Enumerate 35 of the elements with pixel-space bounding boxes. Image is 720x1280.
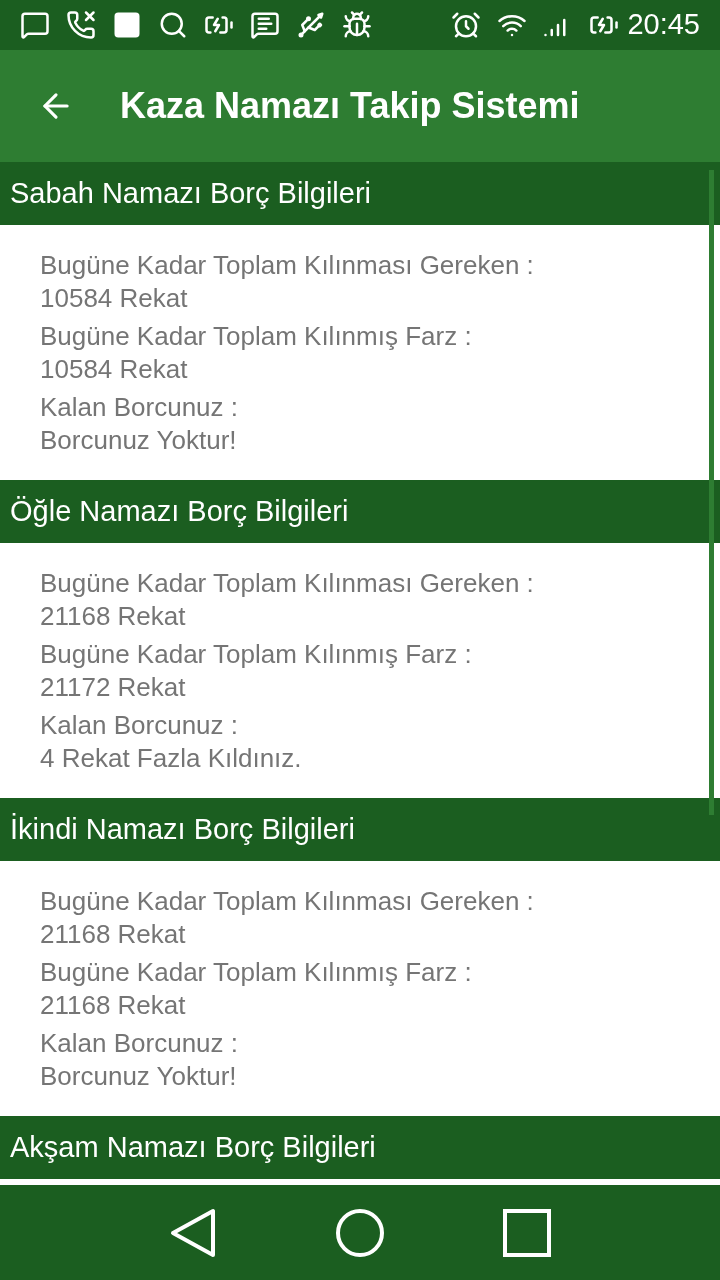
info-value: Borcunuz Yoktur! [40,1060,238,1093]
message-icon [20,10,50,40]
square-icon [112,10,142,40]
search-icon [158,10,188,40]
section-title: Öğle Namazı Borç Bilgileri [10,493,349,529]
info-label: Bugüne Kadar Toplam Kılınması Gereken : [40,567,535,600]
message-icon [250,10,280,40]
info-label: Bugüne Kadar Toplam Kılınmış Farz : [40,638,473,671]
section-title: Sabah Namazı Borç Bilgileri [10,175,372,211]
missed-call-icon [66,10,96,40]
alarm-icon [451,10,482,40]
info-label: Bugüne Kadar Toplam Kılınması Gereken : [40,885,535,918]
info-label: Kalan Borcunuz : [40,391,239,424]
app-title: Kaza Namazı Takip Sistemi [120,84,580,128]
info-label: Bugüne Kadar Toplam Kılınmış Farz : [40,956,473,989]
section-title: Akşam Namazı Borç Bilgileri [10,1129,376,1165]
info-label: Bugüne Kadar Toplam Kılınması Gereken : [40,249,535,282]
info-label: Kalan Borcunuz : [40,709,239,742]
info-value: Borcunuz Yoktur! [40,424,238,457]
bug-icon [342,10,372,40]
status-time: 20:45 [627,7,700,43]
info-value: 21172 Rekat [40,671,187,704]
info-value: 10584 Rekat [40,353,189,386]
usb-icon [296,10,326,40]
info-label: Bugüne Kadar Toplam Kılınmış Farz : [40,320,473,353]
info-value: 21168 Rekat [40,989,187,1022]
info-value: 10584 Rekat [40,282,189,315]
back-nav-icon[interactable] [169,1207,217,1258]
info-value: 21168 Rekat [40,600,187,633]
recents-nav-icon[interactable] [503,1208,551,1257]
home-nav-icon[interactable] [335,1207,385,1258]
info-value: 21168 Rekat [40,918,187,951]
info-value: 4 Rekat Fazla Kıldınız. [40,742,303,775]
section-title: İkindi Namazı Borç Bilgileri [10,811,355,847]
info-label: Kalan Borcunuz : [40,1027,239,1060]
